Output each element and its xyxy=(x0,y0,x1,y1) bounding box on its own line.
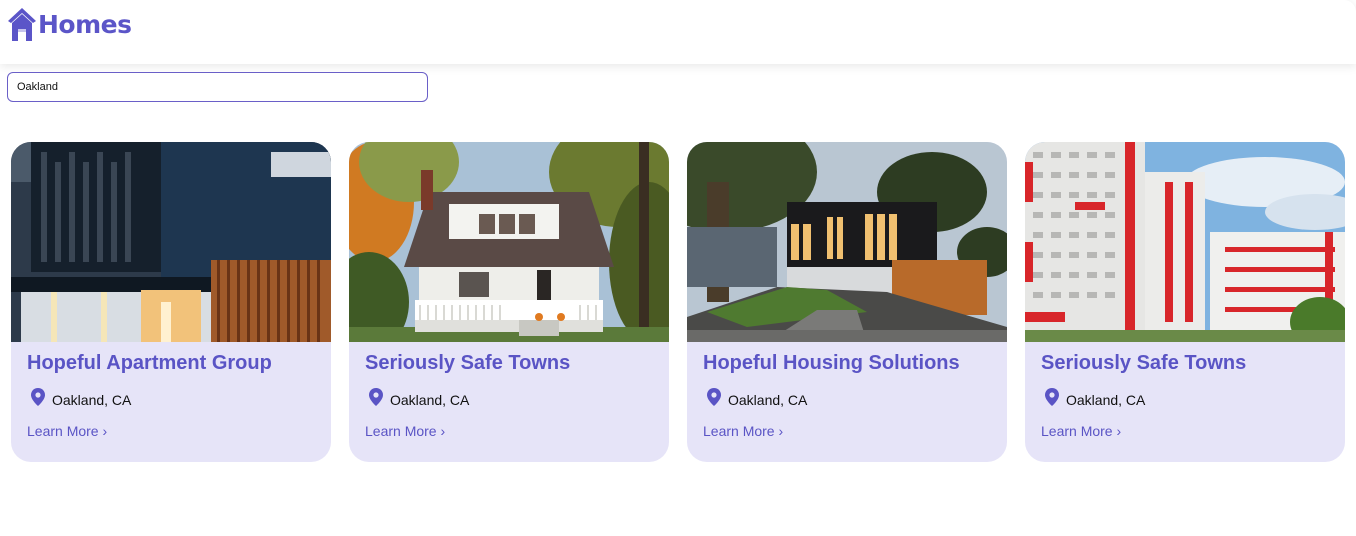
card-title: Seriously Safe Towns xyxy=(1041,352,1247,374)
card-location: Oakland, CA xyxy=(1045,386,1145,408)
card-location-text: Oakland, CA xyxy=(52,392,132,408)
card-location-text: Oakland, CA xyxy=(390,392,470,408)
card-location-text: Oakland, CA xyxy=(1066,392,1146,408)
listing-card: Seriously Safe Towns Oakland, CA Learn M… xyxy=(1025,142,1345,462)
app-header: Homes xyxy=(0,0,1356,64)
learn-more-link[interactable]: Learn More › xyxy=(1041,423,1121,439)
apartment-towers-photo xyxy=(1025,142,1345,342)
learn-more-link[interactable]: Learn More › xyxy=(365,423,445,439)
map-pin-icon xyxy=(369,388,383,406)
card-title: Hopeful Apartment Group xyxy=(27,352,272,374)
map-pin-icon xyxy=(31,388,45,406)
listing-card: Hopeful Housing Solutions Oakland, CA Le… xyxy=(687,142,1007,462)
listing-cards: Hopeful Apartment Group Oakland, CA Lear… xyxy=(11,142,1345,462)
map-pin-icon xyxy=(707,388,721,406)
card-location-text: Oakland, CA xyxy=(728,392,808,408)
card-location: Oakland, CA xyxy=(707,386,807,408)
white-porch-house-photo xyxy=(349,142,669,342)
brand-logo-link[interactable]: Homes xyxy=(7,6,132,42)
house-icon xyxy=(8,8,36,41)
card-title: Seriously Safe Towns xyxy=(365,352,571,374)
brand-name: Homes xyxy=(38,9,132,39)
learn-more-link[interactable]: Learn More › xyxy=(27,423,107,439)
search-input[interactable] xyxy=(7,72,428,102)
modern-house-evening-photo xyxy=(687,142,1007,342)
learn-more-link[interactable]: Learn More › xyxy=(703,423,783,439)
card-location: Oakland, CA xyxy=(369,386,469,408)
listing-card: Hopeful Apartment Group Oakland, CA Lear… xyxy=(11,142,331,462)
listing-card: Seriously Safe Towns Oakland, CA Learn M… xyxy=(349,142,669,462)
card-location: Oakland, CA xyxy=(31,386,131,408)
map-pin-icon xyxy=(1045,388,1059,406)
card-title: Hopeful Housing Solutions xyxy=(703,352,960,374)
modern-dark-house-photo xyxy=(11,142,331,342)
